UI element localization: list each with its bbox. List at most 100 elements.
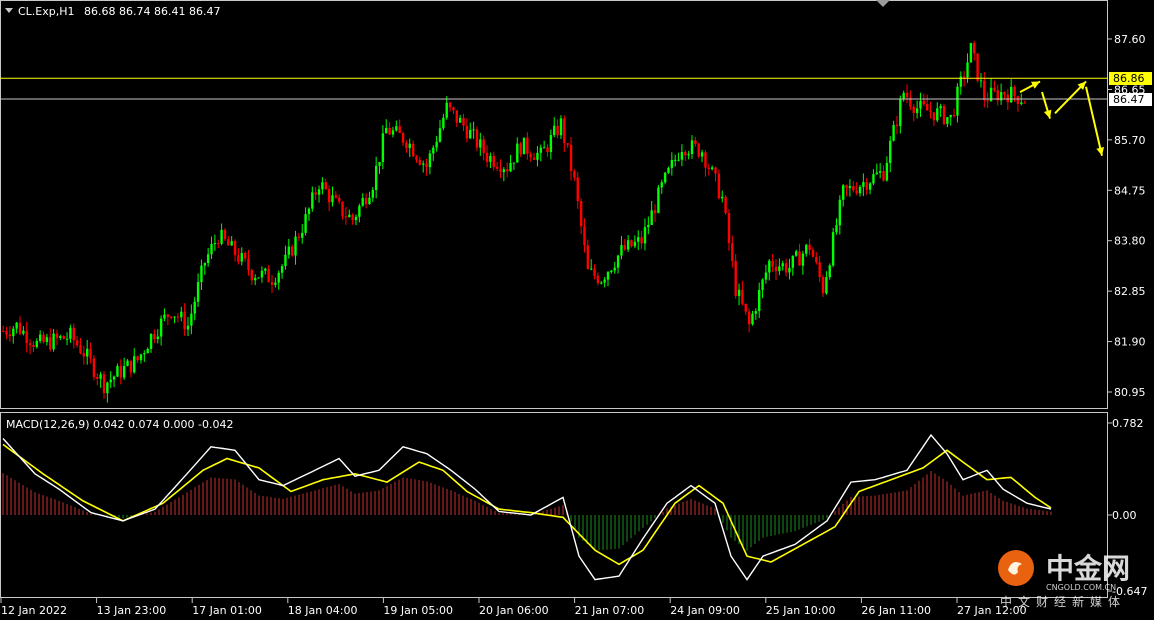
candle bbox=[801, 250, 805, 275]
candle bbox=[778, 258, 781, 276]
candle bbox=[973, 40, 976, 61]
candle-body bbox=[499, 168, 502, 173]
candle bbox=[825, 271, 828, 295]
candle bbox=[425, 158, 428, 176]
candle-body bbox=[576, 177, 579, 202]
candle-body bbox=[381, 133, 385, 162]
candle-body bbox=[411, 143, 415, 157]
ohlc-readout: 86.68 86.74 86.41 86.47 bbox=[84, 5, 220, 18]
candle bbox=[660, 179, 663, 194]
candle bbox=[448, 101, 452, 112]
candle bbox=[939, 103, 942, 117]
candle bbox=[270, 275, 274, 293]
candle bbox=[469, 122, 472, 140]
candle bbox=[684, 150, 687, 162]
candle bbox=[264, 267, 267, 275]
candle bbox=[586, 239, 590, 270]
price-tick-label: 81.90 bbox=[1114, 336, 1146, 349]
price-levels bbox=[0, 77, 1108, 100]
candle-body bbox=[2, 330, 5, 332]
candle bbox=[405, 140, 408, 153]
candle-body bbox=[260, 270, 264, 278]
candle bbox=[979, 73, 983, 88]
candle-body bbox=[771, 260, 774, 267]
candle bbox=[482, 135, 485, 161]
candle bbox=[899, 95, 902, 134]
candle bbox=[885, 156, 889, 182]
candle bbox=[230, 236, 233, 246]
candle bbox=[576, 172, 579, 209]
candle bbox=[190, 304, 193, 335]
candle-body bbox=[170, 316, 173, 318]
candle-body bbox=[354, 216, 358, 221]
candle bbox=[237, 248, 240, 265]
candle bbox=[133, 348, 136, 374]
candle bbox=[227, 236, 230, 246]
candle bbox=[8, 325, 12, 342]
candle-body bbox=[603, 279, 606, 283]
candle bbox=[657, 184, 660, 214]
candle bbox=[38, 330, 42, 344]
candle bbox=[566, 143, 569, 148]
candle-body bbox=[939, 106, 942, 109]
brand-en: CNGOLD.COM.CN bbox=[1046, 583, 1116, 592]
candle-body bbox=[469, 129, 472, 139]
candle bbox=[838, 195, 842, 235]
price-tick-label: 84.75 bbox=[1114, 184, 1146, 197]
candle bbox=[915, 100, 919, 119]
candle bbox=[495, 161, 499, 171]
candle-body bbox=[247, 258, 250, 271]
candle bbox=[166, 313, 170, 326]
candle-body bbox=[351, 214, 354, 221]
candle-body bbox=[146, 348, 149, 354]
candle bbox=[623, 238, 626, 251]
candle-body bbox=[731, 243, 734, 262]
candle bbox=[311, 186, 314, 212]
price-chart[interactable]: 87.6086.6585.7084.7583.8082.8581.9080.95… bbox=[0, 0, 1154, 620]
candle-body bbox=[986, 100, 989, 102]
candle-body bbox=[546, 147, 549, 153]
candle bbox=[280, 263, 284, 279]
candle bbox=[690, 135, 694, 159]
candle-body bbox=[186, 325, 190, 330]
candle-body bbox=[331, 195, 334, 203]
candle bbox=[848, 179, 852, 197]
candle bbox=[620, 235, 623, 260]
candle bbox=[519, 141, 522, 157]
candle bbox=[512, 162, 516, 171]
candle bbox=[798, 243, 801, 266]
candle bbox=[875, 163, 878, 175]
candle bbox=[862, 173, 865, 197]
candle bbox=[764, 264, 768, 284]
macd-label: MACD(12,26,9) 0.042 0.074 0.000 -0.042 bbox=[6, 418, 233, 431]
candle bbox=[687, 151, 690, 160]
candle bbox=[828, 263, 831, 280]
candle-body bbox=[455, 110, 458, 123]
time-tick-label: 21 Jan 07:00 bbox=[575, 604, 645, 617]
candle bbox=[791, 255, 794, 276]
candle bbox=[677, 152, 680, 162]
candle-body bbox=[761, 279, 764, 290]
scroll-marker-icon[interactable] bbox=[876, 0, 890, 7]
candle bbox=[959, 71, 962, 95]
macd-lines bbox=[2, 433, 1052, 581]
candle-body bbox=[717, 173, 721, 199]
candle-body bbox=[149, 333, 153, 349]
candle bbox=[374, 156, 378, 199]
candle bbox=[751, 310, 754, 326]
candle bbox=[381, 125, 385, 170]
candle-body bbox=[845, 185, 848, 188]
candle-body bbox=[983, 80, 986, 101]
candle-body bbox=[428, 153, 432, 168]
candle-body bbox=[472, 129, 475, 131]
candle-body bbox=[485, 152, 489, 162]
candle-body bbox=[553, 125, 556, 136]
candle-body bbox=[657, 187, 660, 213]
candle bbox=[301, 224, 304, 244]
candle-body bbox=[277, 272, 280, 283]
candle-body bbox=[133, 356, 136, 373]
candle bbox=[136, 355, 139, 363]
collapse-triangle-icon[interactable] bbox=[5, 8, 13, 13]
candle-body bbox=[848, 186, 852, 188]
candle bbox=[143, 350, 146, 362]
